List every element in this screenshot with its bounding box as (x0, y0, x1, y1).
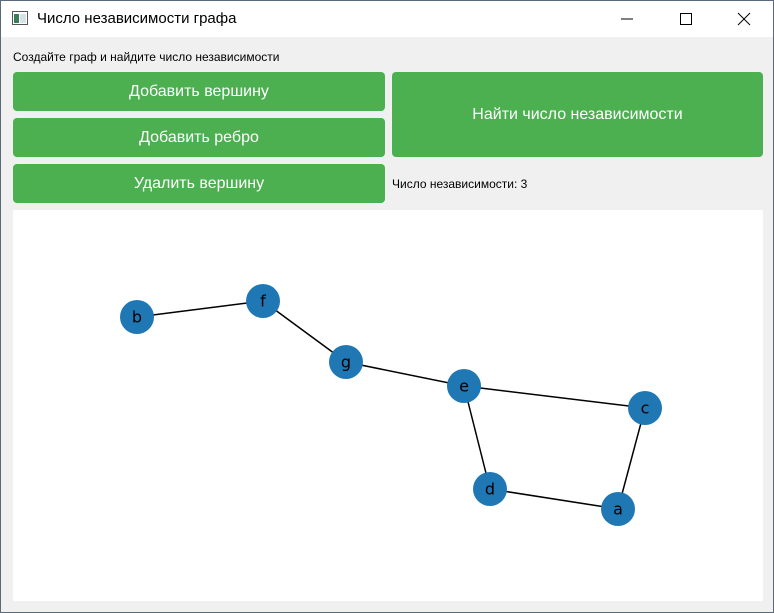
graph-node-label: d (485, 480, 495, 499)
graph-node-c[interactable]: c (628, 391, 662, 425)
find-independence-button[interactable]: Найти число независимости (392, 72, 763, 157)
graph-edge-e-c (463, 385, 646, 409)
delete-vertex-button[interactable]: Удалить вершину (13, 164, 385, 203)
graph-plot: b f g e c d a (120, 284, 662, 526)
graph-node-label: c (641, 399, 650, 418)
independence-number-label: Число независимости: 3 (392, 177, 528, 191)
title-bar[interactable]: Число независимости графа (1, 1, 773, 37)
graph-node-label: e (459, 377, 469, 396)
graph-node-g[interactable]: g (329, 345, 363, 379)
graph-node-b[interactable]: b (120, 300, 154, 334)
graph-node-e[interactable]: e (447, 369, 481, 403)
graph-edge-g-e (345, 361, 465, 387)
graph-node-d[interactable]: d (473, 472, 507, 506)
graph-edge-d-a (489, 488, 619, 510)
app-window: Число независимости графа Создайте граф … (0, 0, 774, 613)
graph-node-label: b (132, 308, 142, 327)
instructions-label: Создайте граф и найдите число независимо… (13, 50, 280, 64)
minimize-button[interactable] (598, 1, 656, 37)
add-vertex-button[interactable]: Добавить вершину (13, 72, 385, 111)
minimize-icon (621, 18, 633, 20)
close-icon (737, 12, 751, 26)
graph-node-f[interactable]: f (246, 284, 280, 318)
maximize-button[interactable] (657, 1, 715, 37)
graph-node-label: f (260, 292, 266, 311)
graph-node-a[interactable]: a (601, 492, 635, 526)
maximize-icon (680, 13, 692, 25)
graph-edge-b-f (136, 300, 264, 318)
close-button[interactable] (715, 1, 773, 37)
add-edge-button[interactable]: Добавить ребро (13, 118, 385, 157)
graph-node-label: g (341, 353, 351, 372)
app-icon (12, 11, 28, 25)
graph-node-label: a (613, 500, 623, 519)
window-title: Число независимости графа (37, 10, 237, 27)
graph-canvas[interactable]: b f g e c d a (13, 210, 763, 601)
